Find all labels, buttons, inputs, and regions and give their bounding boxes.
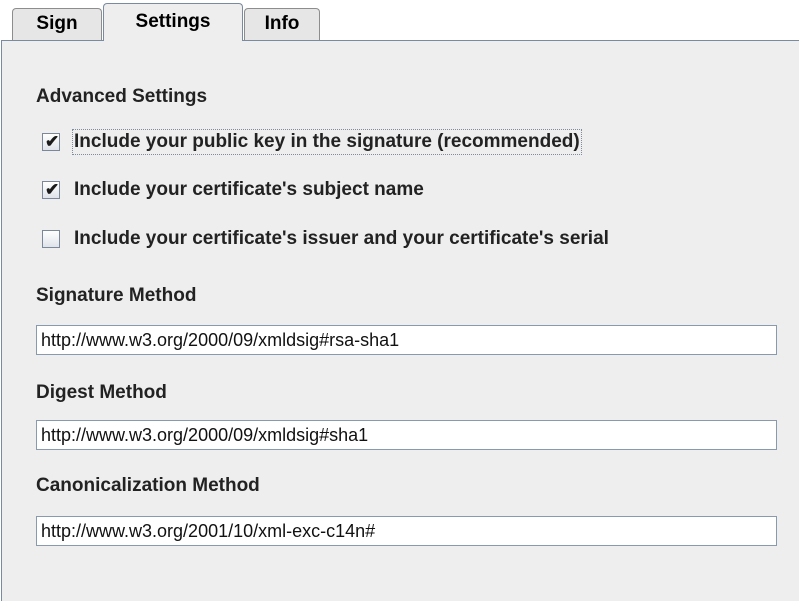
digest-method-field[interactable]: http://www.w3.org/2000/09/xmldsig#sha1 [36, 420, 777, 450]
checkbox-box[interactable]: ✔ [42, 132, 60, 151]
check-icon: ✔ [45, 132, 60, 151]
check-icon: ✔ [45, 180, 60, 199]
signature-method-label: Signature Method [36, 285, 197, 306]
checkbox-include-issuer-serial[interactable]: Include your certificate's issuer and yo… [42, 224, 609, 254]
signature-method-field[interactable]: http://www.w3.org/2000/09/xmldsig#rsa-sh… [36, 325, 777, 355]
checkbox-include-public-key[interactable]: ✔ Include your public key in the signatu… [42, 127, 582, 157]
checkbox-box[interactable]: ✔ [42, 180, 60, 199]
tab-bar: Sign Settings Info [0, 0, 800, 41]
checkbox-label[interactable]: Include your certificate's issuer and yo… [74, 228, 609, 250]
checkbox-box[interactable] [42, 230, 60, 248]
checkbox-label[interactable]: Include your public key in the signature… [72, 129, 582, 155]
tab-info[interactable]: Info [244, 8, 320, 40]
canonicalization-method-field[interactable]: http://www.w3.org/2001/10/xml-exc-c14n# [36, 516, 777, 546]
advanced-settings-title: Advanced Settings [36, 86, 208, 107]
canonicalization-method-label: Canonicalization Method [36, 475, 260, 496]
tab-sign[interactable]: Sign [12, 8, 102, 40]
checkbox-include-subject-name[interactable]: ✔ Include your certificate's subject nam… [42, 175, 424, 205]
tab-settings[interactable]: Settings [103, 3, 243, 41]
checkbox-label[interactable]: Include your certificate's subject name [74, 179, 424, 201]
digest-method-label: Digest Method [36, 382, 167, 403]
